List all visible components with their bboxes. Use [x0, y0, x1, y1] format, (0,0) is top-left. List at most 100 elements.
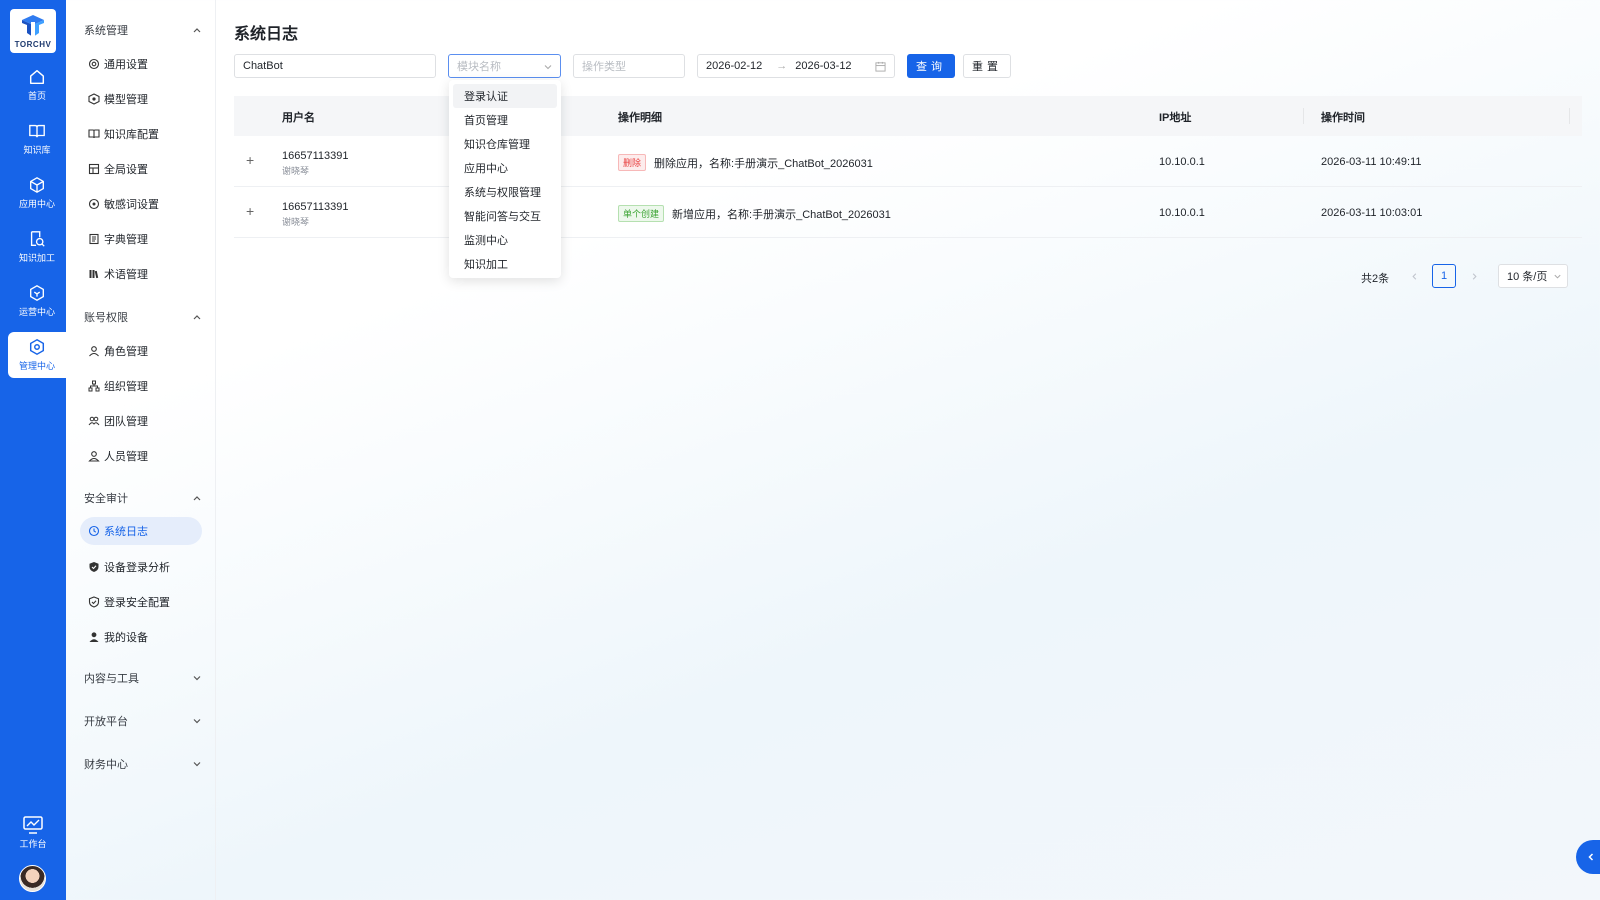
query-button[interactable]: 查询 — [907, 54, 955, 78]
sidebar-item-label: 术语管理 — [104, 269, 148, 281]
menu-group-open-platform[interactable]: 开放平台 — [84, 711, 202, 731]
calendar-icon — [875, 61, 886, 72]
sidebar-item-login-security[interactable]: 登录安全配置 — [80, 588, 202, 616]
sidebar-item-label: 字典管理 — [104, 234, 148, 246]
page-size-value: 10 条/页 — [1507, 271, 1548, 283]
hexagon-icon — [30, 285, 44, 301]
rail-item-label: 首页 — [27, 91, 46, 101]
dropdown-option[interactable]: 知识仓库管理 — [453, 132, 557, 156]
reset-button[interactable]: 重置 — [963, 54, 1011, 78]
rail-item-knowledge[interactable]: 知识库 — [8, 116, 66, 162]
sidebar-item-label: 系统日志 — [104, 526, 148, 538]
main-content: 系统日志 ChatBot 模块名称 操作类型 2026-02-12 → 2026… — [216, 0, 1600, 900]
group-label: 开放平台 — [84, 716, 128, 728]
sidebar-item-device-login-analysis[interactable]: 设备登录分析 — [80, 553, 202, 581]
rail-item-admin[interactable]: 管理中心 — [8, 332, 66, 378]
shield-check-icon — [89, 562, 99, 572]
clock-icon — [88, 525, 100, 537]
expand-row-icon[interactable]: + — [246, 153, 258, 167]
username: 16657113391 — [282, 201, 349, 213]
username: 16657113391 — [282, 150, 349, 162]
sidebar-item-personnel[interactable]: 人员管理 — [80, 442, 202, 470]
dropdown-option[interactable]: 登录认证 — [453, 84, 557, 108]
sidebar-item-label: 人员管理 — [104, 451, 148, 463]
rail-item-label: 运营中心 — [18, 307, 55, 317]
menu-group-content-tools[interactable]: 内容与工具 — [84, 668, 202, 688]
page-button-current[interactable]: 1 — [1432, 264, 1456, 288]
sidebar-item-sensitive-words[interactable]: 敏感词设置 — [80, 190, 202, 218]
chevron-down-icon — [1554, 274, 1561, 279]
sidebar-item-kb-config[interactable]: 知识库配置 — [80, 120, 202, 148]
sidebar-item-teams[interactable]: 团队管理 — [80, 407, 202, 435]
table-row[interactable]: + 16657113391 谢晓琴 删除 删除应用，名称:手册演示_ChatBot… — [234, 136, 1582, 187]
realname: 谢晓琴 — [282, 166, 310, 176]
expand-row-icon[interactable]: + — [246, 204, 258, 218]
rail-item-operations[interactable]: 运营中心 — [8, 278, 66, 324]
sidebar-item-organization[interactable]: 组织管理 — [80, 372, 202, 400]
book-open-icon — [88, 129, 100, 139]
sidebar-item-general-settings[interactable]: 通用设置 — [80, 50, 202, 78]
date-end[interactable]: 2026-03-12 — [795, 60, 851, 72]
date-range-arrow: → — [776, 60, 788, 72]
sidebar-item-system-log[interactable]: 系统日志 — [80, 517, 202, 545]
realname: 谢晓琴 — [282, 217, 310, 227]
module-select[interactable]: 模块名称 — [448, 54, 561, 78]
dropdown-option[interactable]: 应用中心 — [453, 156, 557, 180]
group-label: 财务中心 — [84, 759, 128, 771]
dropdown-option[interactable]: 首页管理 — [453, 108, 557, 132]
keyword-input[interactable]: ChatBot — [234, 54, 436, 78]
prev-page-button[interactable] — [1406, 264, 1422, 288]
dropdown-option[interactable]: 系统与权限管理 — [453, 180, 557, 204]
group-label: 系统管理 — [84, 25, 128, 37]
chevron-right-icon — [1472, 272, 1477, 280]
team-icon — [88, 416, 100, 426]
sidebar-item-my-devices[interactable]: 我的设备 — [80, 623, 202, 651]
user-avatar[interactable] — [19, 865, 46, 892]
module-select-placeholder: 模块名称 — [457, 61, 501, 73]
rail-item-processing[interactable]: 知识加工 — [8, 224, 66, 270]
menu-group-system[interactable]: 系统管理 — [84, 20, 202, 40]
monitor-icon — [23, 815, 43, 834]
rail-item-label: 管理中心 — [18, 361, 55, 371]
chevron-up-icon — [193, 315, 201, 320]
table-header: 用户名 操作明细 IP地址 操作时间 — [234, 96, 1582, 136]
home-icon — [29, 69, 45, 85]
torchv-logo[interactable]: TORCHV — [10, 9, 56, 53]
menu-group-security-audit[interactable]: 安全审计 — [84, 488, 202, 508]
menu-group-finance[interactable]: 财务中心 — [84, 754, 202, 774]
model-icon — [88, 93, 100, 105]
operation-tag: 单个创建 — [618, 205, 665, 222]
rail-item-apps[interactable]: 应用中心 — [8, 170, 66, 216]
dropdown-option[interactable]: 监测中心 — [453, 228, 557, 252]
operation-detail: 单个创建 新增应用，名称:手册演示_ChatBot_2026031 — [618, 205, 891, 222]
sidebar-item-dictionary[interactable]: 字典管理 — [80, 225, 202, 253]
sidebar-item-terminology[interactable]: 术语管理 — [80, 260, 202, 288]
dropdown-option[interactable]: 智能问答与交互 — [453, 204, 557, 228]
page-size-select[interactable]: 10 条/页 — [1498, 264, 1568, 288]
operation-type-select[interactable]: 操作类型 — [573, 54, 685, 78]
sidebar-item-label: 通用设置 — [104, 59, 148, 71]
operation-detail: 删除 删除应用，名称:手册演示_ChatBot_2026031 — [618, 154, 873, 171]
sidebar-item-model-management[interactable]: 模型管理 — [80, 85, 202, 113]
column-header-time: 操作时间 — [1321, 112, 1365, 124]
date-start[interactable]: 2026-02-12 — [706, 60, 762, 72]
date-range-picker[interactable]: 2026-02-12 → 2026-03-12 — [697, 54, 895, 78]
operation-tag: 删除 — [618, 154, 647, 171]
column-header-detail: 操作明细 — [618, 112, 662, 124]
sidebar-item-global-settings[interactable]: 全局设置 — [80, 155, 202, 183]
rail-item-label: 知识库 — [23, 145, 51, 155]
rail-item-workbench[interactable]: 工作台 — [8, 812, 58, 852]
document-list-icon — [89, 233, 99, 245]
menu-group-account[interactable]: 账号权限 — [84, 307, 202, 327]
next-page-button[interactable] — [1466, 264, 1482, 288]
sidebar-item-label: 团队管理 — [104, 416, 148, 428]
shield-dot-icon — [88, 198, 100, 210]
log-table: 用户名 操作明细 IP地址 操作时间 + 16657113391 谢晓琴 删除删… — [234, 96, 1582, 238]
sidebar-item-roles[interactable]: 角色管理 — [80, 337, 202, 365]
chevron-up-icon — [193, 496, 201, 501]
person-filled-icon — [89, 632, 99, 642]
keyword-input-value: ChatBot — [243, 60, 283, 72]
table-row[interactable]: + 16657113391 谢晓琴 单个创建 新增应用，名称:手册演示_ChatB… — [234, 187, 1582, 238]
dropdown-option[interactable]: 知识加工 — [453, 252, 557, 276]
rail-item-home[interactable]: 首页 — [8, 62, 66, 108]
